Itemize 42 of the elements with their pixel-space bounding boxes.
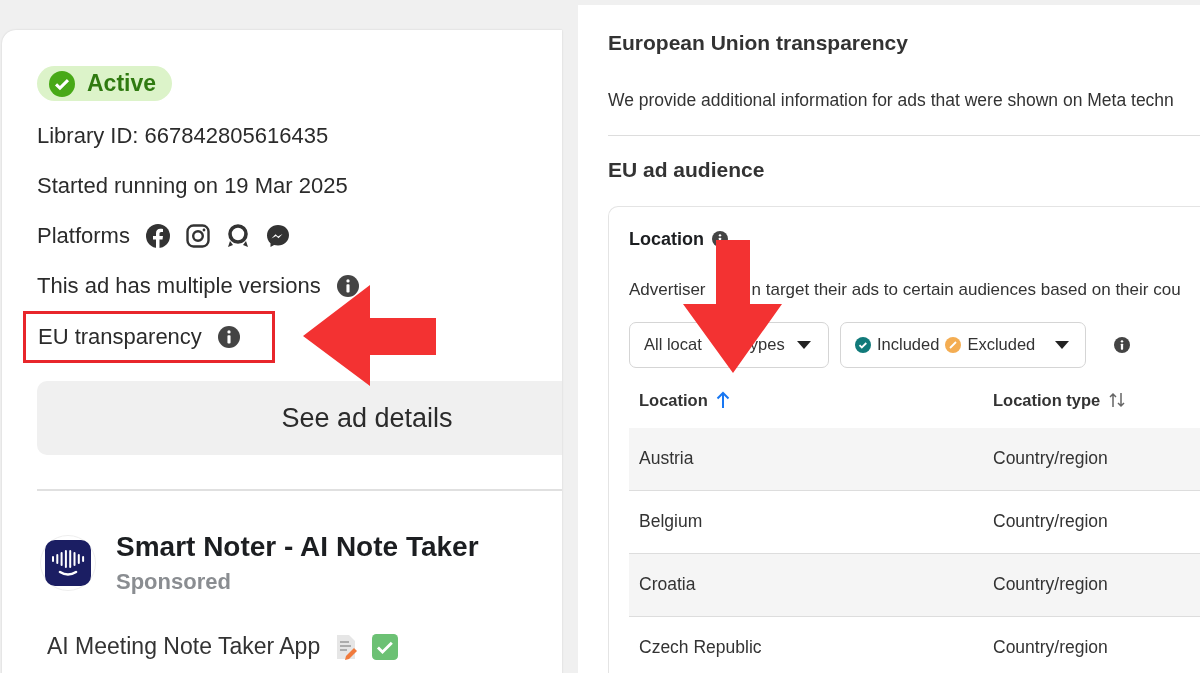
column-header[interactable]: Location type <box>993 390 1101 410</box>
advertiser-name[interactable]: Smart Noter - AI Note Taker <box>116 531 479 563</box>
panel-title: European Union transparency <box>608 31 909 55</box>
memo-icon <box>334 633 359 660</box>
table-cell-text: Czech Republic <box>639 637 763 659</box>
detail-text: Platforms <box>37 223 130 249</box>
table-cell-text: Austria <box>639 448 695 470</box>
location-title: Location <box>629 228 704 250</box>
table-cell-text: Country/region <box>993 637 1109 659</box>
caret-icon <box>1055 340 1070 349</box>
column-header[interactable]: Location <box>639 390 708 410</box>
info-icon[interactable] <box>336 275 359 297</box>
panel-description: We provide additional information for ads that were shown on Meta techn <box>608 89 1175 111</box>
app-logo-icon <box>40 535 96 591</box>
location-description: n target their ads to certain audiences based on their cou <box>751 279 1181 300</box>
sort-up-arrow-icon[interactable] <box>715 391 730 410</box>
ad-text: AI Meeting Note Taker App <box>47 633 321 660</box>
detail-text: Started running on 19 Mar 2025 <box>37 173 348 199</box>
table-cell-text: Country/region <box>993 448 1109 470</box>
check-box-icon <box>372 633 399 660</box>
location-description: Advertiser <box>629 279 706 300</box>
caret-icon <box>796 340 811 349</box>
audience-filter-dropdown[interactable]: Included Excluded <box>840 321 1087 368</box>
sort-icon[interactable] <box>1108 391 1127 410</box>
messenger-icon <box>265 224 290 248</box>
table-cell-text: Country/region <box>993 574 1109 596</box>
sponsored-label: Sponsored <box>116 569 232 595</box>
check-circle-icon <box>49 70 75 97</box>
table-cell-text: Belgium <box>639 511 704 533</box>
status-badge: Active <box>37 66 173 101</box>
detail-text: EU transparency <box>38 324 202 350</box>
instagram-icon <box>185 224 210 248</box>
facebook-icon <box>145 224 170 248</box>
detail-text: Library ID: 667842805616435 <box>37 123 329 149</box>
audience-network-icon <box>225 224 250 248</box>
table-cell-text: Country/region <box>993 511 1109 533</box>
table-cell-text: Croatia <box>639 574 697 596</box>
info-icon[interactable] <box>217 326 240 348</box>
see-ad-details-button[interactable]: See ad details <box>37 381 562 455</box>
section-title: EU ad audience <box>608 157 766 182</box>
info-icon[interactable] <box>1114 336 1131 353</box>
detail-text: This ad has multiple versions <box>37 273 321 299</box>
